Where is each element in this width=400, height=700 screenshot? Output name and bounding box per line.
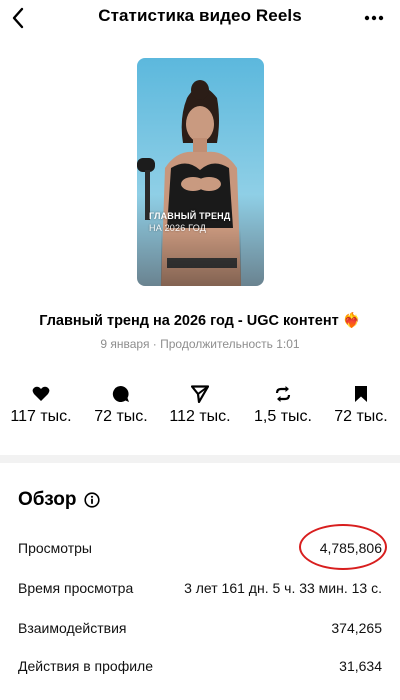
back-button[interactable] [6, 4, 30, 32]
overview-row-watch-time[interactable]: Время просмотра 3 лет 161 дн. 5 ч. 33 ми… [18, 577, 382, 599]
video-title: Главный тренд на 2026 год - UGC контент … [39, 313, 361, 329]
thumbnail-image [137, 58, 264, 286]
thumbnail-caption-line1: ГЛАВНЫЙ ТРЕНД [149, 211, 231, 221]
overview-row-profile-actions[interactable]: Действия в профиле 31,634 [18, 655, 382, 677]
send-icon [191, 385, 209, 403]
row-label: Просмотры [18, 540, 92, 556]
repost-icon [275, 386, 291, 402]
row-value: 374,265 [331, 620, 382, 636]
stat-saves-value: 72 тыс. [334, 408, 388, 425]
overview-heading: Обзор [18, 489, 101, 511]
highlight-circle [299, 524, 387, 570]
overview-row-interactions[interactable]: Взаимодействия 374,265 [18, 617, 382, 639]
comment-icon [112, 385, 129, 402]
section-divider [0, 455, 400, 463]
overview-title: Обзор [18, 489, 77, 510]
stat-comments[interactable]: 72 тыс. [85, 383, 157, 426]
stat-likes[interactable]: 117 тыс. [5, 383, 77, 426]
thumbnail-caption-line2: НА 2026 ГОД [149, 223, 206, 233]
page-title: Статистика видео Reels [98, 6, 302, 25]
row-label: Действия в профиле [18, 658, 154, 674]
row-value: 3 лет 161 дн. 5 ч. 33 мин. 13 с. [184, 580, 382, 596]
stat-shares-value: 112 тыс. [169, 408, 231, 425]
stat-shares[interactable]: 112 тыс. [164, 383, 236, 426]
video-thumbnail[interactable]: ГЛАВНЫЙ ТРЕНД НА 2026 ГОД [137, 58, 264, 286]
chevron-left-icon [12, 7, 24, 29]
bookmark-icon [355, 386, 367, 402]
stat-reposts[interactable]: 1,5 тыс. [247, 383, 319, 426]
heart-icon [32, 386, 50, 401]
row-value: 31,634 [339, 658, 382, 674]
top-bar: Статистика видео Reels [0, 0, 400, 40]
stat-reposts-value: 1,5 тыс. [254, 408, 312, 425]
more-options-button[interactable] [362, 8, 386, 28]
row-label: Взаимодействия [18, 620, 127, 636]
thumbnail-caption: ГЛАВНЫЙ ТРЕНД НА 2026 ГОД [149, 210, 231, 234]
row-label: Время просмотра [18, 580, 134, 596]
more-horizontal-icon [364, 15, 384, 21]
info-icon[interactable] [84, 492, 101, 508]
video-meta: 9 января · Продолжительность 1:01 [100, 337, 300, 351]
stat-likes-value: 117 тыс. [10, 408, 72, 425]
stat-comments-value: 72 тыс. [94, 408, 148, 425]
engagement-stats: 117 тыс. 72 тыс. 112 тыс. 1,5 тыс. 72 ты… [0, 383, 400, 433]
stat-saves[interactable]: 72 тыс. [325, 383, 397, 426]
